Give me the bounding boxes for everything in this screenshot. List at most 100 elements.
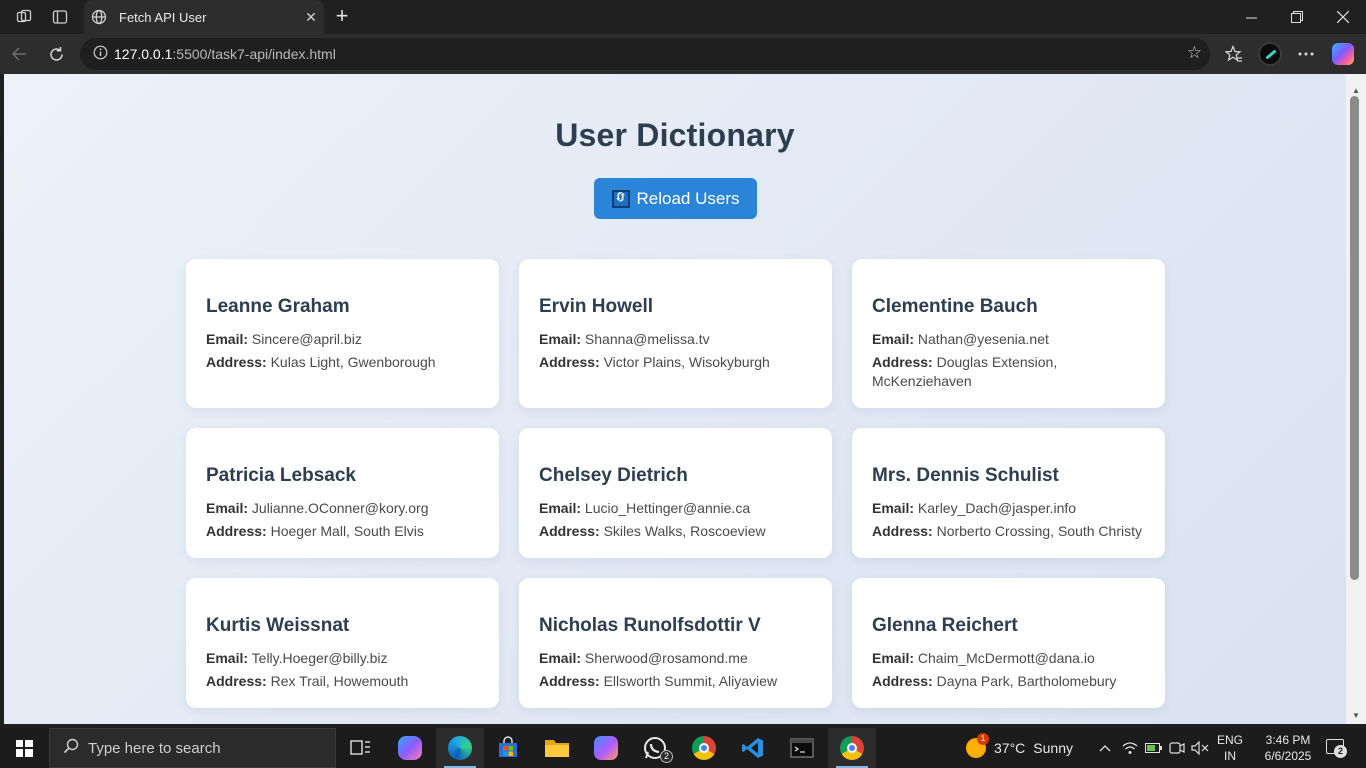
globe-icon: [91, 9, 107, 25]
user-name: Patricia Lebsack: [206, 465, 356, 486]
email-value: Julianne.OConner@kory.org: [251, 500, 429, 516]
whatsapp-icon[interactable]: 2: [631, 728, 679, 768]
scrollbar-thumb[interactable]: [1350, 96, 1359, 580]
new-tab-button[interactable]: +: [330, 3, 354, 29]
user-email: Email: Nathan@yesenia.net: [872, 330, 1145, 349]
user-card: Clementine Bauch Email: Nathan@yesenia.n…: [852, 259, 1165, 408]
favorites-icon[interactable]: [1219, 40, 1249, 68]
file-explorer-icon[interactable]: [533, 728, 581, 768]
reload-icon: 🔄︎: [611, 189, 630, 208]
browser-tab-active[interactable]: Fetch API User ✕: [84, 0, 324, 34]
weather-temperature: 37°C: [994, 740, 1026, 756]
profile-avatar[interactable]: [1255, 40, 1285, 68]
close-tab-icon[interactable]: ✕: [298, 9, 324, 26]
terminal-icon[interactable]: [778, 728, 826, 768]
page-viewport: User Dictionary 🔄︎ Reload Users Leanne G…: [4, 74, 1346, 724]
address-label: Address:: [539, 354, 600, 370]
minimize-icon[interactable]: [1228, 0, 1274, 34]
email-label: Email:: [206, 650, 249, 666]
address-label: Address:: [206, 673, 267, 689]
whatsapp-badge: 2: [660, 750, 673, 763]
volume-muted-icon[interactable]: [1189, 728, 1211, 768]
workspaces-icon[interactable]: [9, 3, 39, 31]
email-label: Email:: [872, 331, 915, 347]
address-label: Address:: [206, 354, 267, 370]
scroll-up-arrow-icon[interactable]: ▲: [1351, 86, 1361, 95]
address-label: Address:: [206, 523, 267, 539]
chevron-up-icon[interactable]: [1094, 728, 1116, 768]
favorite-star-icon[interactable]: ☆: [1187, 43, 1202, 63]
user-email: Email: Telly.Hoeger@billy.biz: [206, 649, 479, 668]
user-name: Leanne Graham: [206, 296, 350, 317]
user-email: Email: Julianne.OConner@kory.org: [206, 499, 479, 518]
email-label: Email:: [539, 650, 582, 666]
battery-icon[interactable]: [1143, 728, 1165, 768]
tab-actions-icon[interactable]: [45, 3, 75, 31]
search-icon: [54, 738, 88, 758]
user-card: Mrs. Dennis Schulist Email: Karley_Dach@…: [852, 428, 1165, 558]
start-button[interactable]: [0, 728, 48, 768]
back-arrow-icon[interactable]: [4, 40, 34, 68]
user-email: Email: Shanna@melissa.tv: [539, 330, 812, 349]
sun-icon: 1: [966, 733, 989, 758]
notification-center-icon[interactable]: 2: [1324, 736, 1347, 758]
address-value: Dayna Park, Bartholomebury: [936, 673, 1117, 689]
address-label: Address:: [539, 523, 600, 539]
tab-title: Fetch API User: [119, 9, 207, 25]
address-value: Kulas Light, Gwenborough: [270, 354, 436, 370]
taskbar: Type here to search 2 1 37°C Sunny ENG I…: [0, 728, 1366, 768]
meet-now-icon[interactable]: [1166, 728, 1188, 768]
user-name: Chelsey Dietrich: [539, 465, 688, 486]
site-info-icon[interactable]: [86, 45, 114, 63]
chrome-profile-icon[interactable]: [828, 728, 876, 768]
address-value: Victor Plains, Wisokyburgh: [603, 354, 770, 370]
weather-alert-badge: 1: [977, 733, 989, 745]
scroll-down-arrow-icon[interactable]: ▼: [1351, 711, 1361, 720]
email-label: Email:: [206, 500, 249, 516]
copilot-icon[interactable]: [1328, 40, 1358, 68]
edge-browser-icon[interactable]: [436, 728, 484, 768]
region-code: IN: [1224, 749, 1236, 763]
reload-users-button[interactable]: 🔄︎ Reload Users: [594, 178, 757, 219]
email-label: Email:: [539, 500, 582, 516]
user-email: Email: Karley_Dach@jasper.info: [872, 499, 1145, 518]
email-label: Email:: [206, 331, 249, 347]
language-code: ENG: [1216, 733, 1243, 747]
taskbar-search-box[interactable]: Type here to search: [49, 728, 336, 768]
user-email: Email: Lucio_Hettinger@annie.ca: [539, 499, 812, 518]
address-label: Address:: [872, 523, 933, 539]
m365-icon[interactable]: [582, 728, 630, 768]
close-window-icon[interactable]: [1320, 0, 1366, 34]
browser-toolbar: 127.0.0.1:5500/task7-api/index.html ☆: [0, 34, 1366, 74]
url-text[interactable]: 127.0.0.1:5500/task7-api/index.html: [114, 46, 336, 62]
wifi-icon[interactable]: [1119, 728, 1141, 768]
address-label: Address:: [872, 354, 933, 370]
address-value: Rex Trail, Howemouth: [270, 673, 409, 689]
clock-time: 3:46 PM: [1265, 733, 1311, 747]
chrome-icon[interactable]: [680, 728, 728, 768]
address-value: Skiles Walks, Roscoeview: [603, 523, 766, 539]
user-email: Email: Chaim_McDermott@dana.io: [872, 649, 1145, 668]
microsoft-store-icon[interactable]: [484, 728, 532, 768]
user-email: Email: Sherwood@rosamond.me: [539, 649, 812, 668]
user-address: Address: Dayna Park, Bartholomebury: [872, 672, 1145, 691]
email-value: Shanna@melissa.tv: [584, 331, 710, 347]
vscode-icon[interactable]: [729, 728, 777, 768]
user-address: Address: Douglas Extension, McKenziehave…: [872, 353, 1145, 391]
task-view-icon[interactable]: [336, 728, 384, 768]
refresh-icon[interactable]: [41, 40, 71, 68]
clock[interactable]: 3:46 PM 6/6/2025: [1252, 732, 1324, 764]
copilot-app-icon[interactable]: [386, 728, 434, 768]
address-bar[interactable]: 127.0.0.1:5500/task7-api/index.html ☆: [80, 38, 1210, 70]
user-name: Clementine Bauch: [872, 296, 1038, 317]
weather-widget[interactable]: 1 37°C Sunny: [966, 728, 1073, 768]
language-indicator[interactable]: ENG IN: [1212, 732, 1248, 764]
user-card: Leanne Graham Email: Sincere@april.biz A…: [186, 259, 499, 408]
user-name: Ervin Howell: [539, 296, 654, 317]
email-value: Chaim_McDermott@dana.io: [917, 650, 1095, 666]
page-scrollbar[interactable]: ▲ ▼: [1346, 74, 1366, 724]
more-options-icon[interactable]: [1291, 40, 1321, 68]
user-address: Address: Ellsworth Summit, Aliyaview: [539, 672, 812, 691]
url-host: 127.0.0.1: [114, 46, 173, 62]
restore-icon[interactable]: [1274, 0, 1320, 34]
